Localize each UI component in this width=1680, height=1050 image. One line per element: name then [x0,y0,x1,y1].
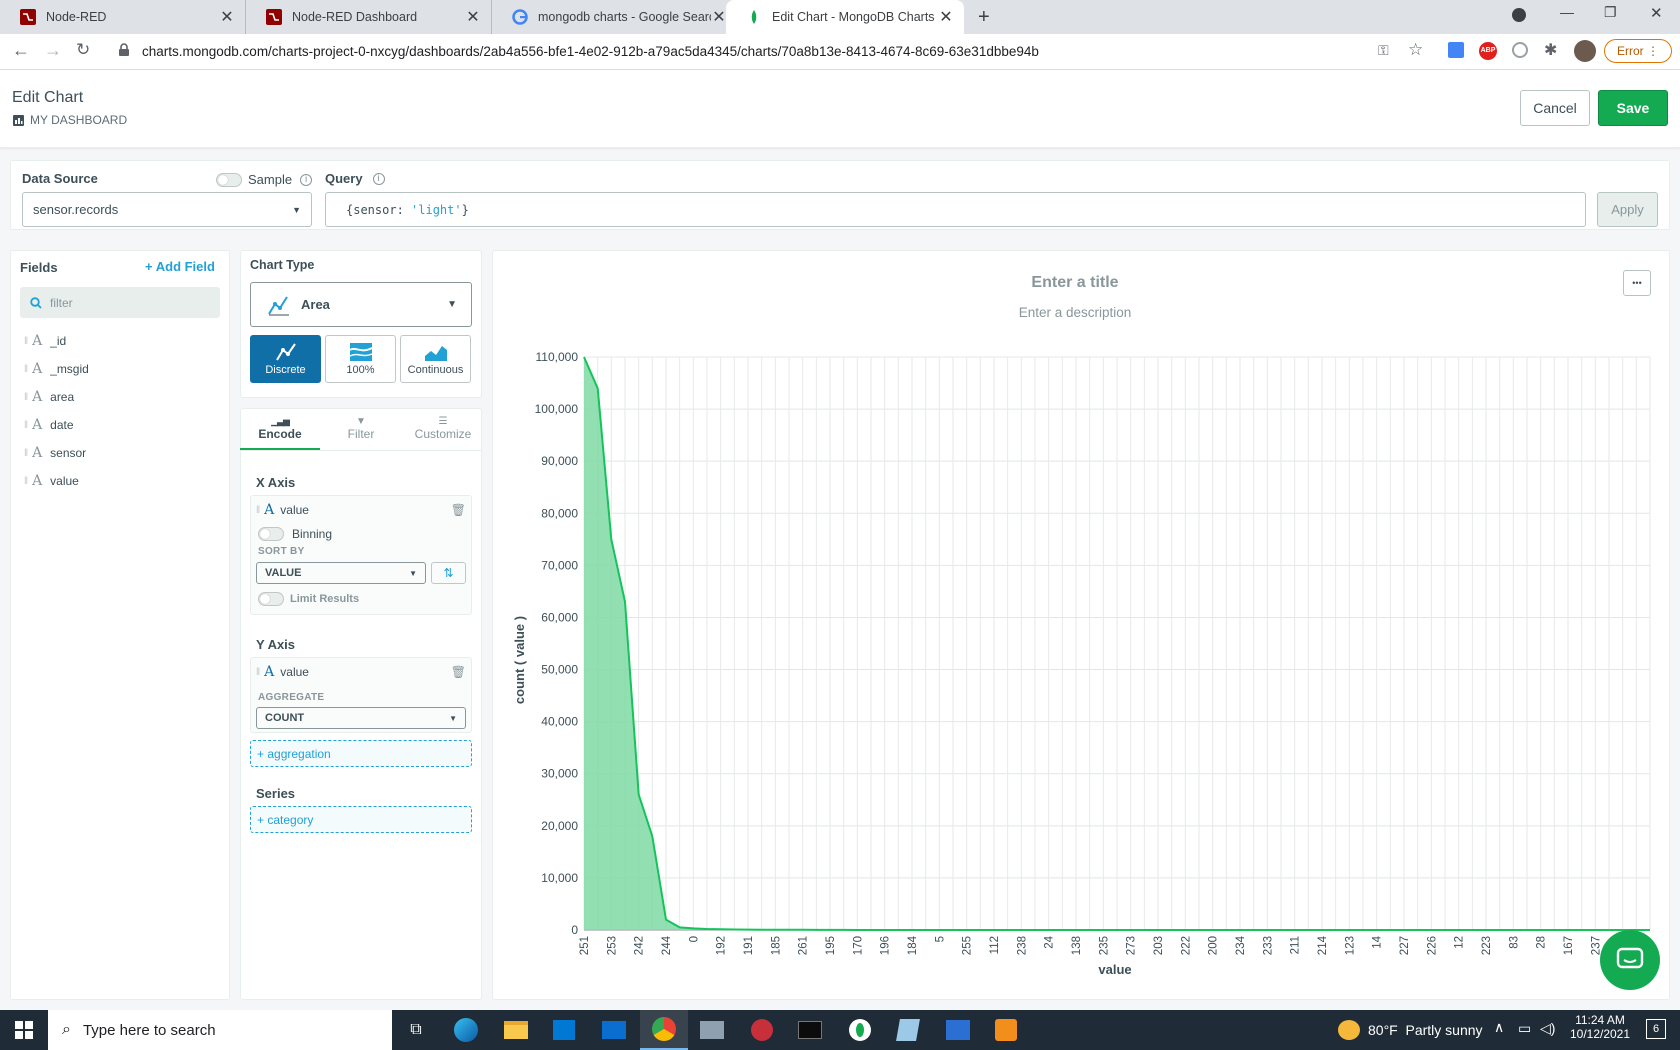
x-tick-label: 170 [852,936,864,955]
sublime-text-icon[interactable] [982,1010,1030,1050]
mongodb-compass-icon[interactable] [836,1010,884,1050]
x-tick-label: 167 [1563,936,1575,955]
terminal-icon[interactable] [786,1010,834,1050]
file-explorer-icon[interactable] [492,1010,540,1050]
x-tick-label: 14 [1372,935,1384,948]
mail-icon[interactable] [590,1010,638,1050]
photos-icon[interactable] [688,1010,736,1050]
chat-support-button[interactable] [1600,930,1660,990]
x-tick-label: 196 [880,936,892,955]
x-tick-label: 28 [1536,936,1548,949]
app-icon[interactable] [738,1010,786,1050]
chat-icon [1616,947,1644,969]
y-tick-label: 40,000 [541,715,578,729]
taskbar-search-placeholder: Type here to search [82,1021,216,1039]
network-icon[interactable]: ▭ [1518,1020,1531,1037]
y-tick-label: 80,000 [541,506,578,520]
y-axis-ticks: 0 10,000 20,000 30,000 40,000 50,000 60,000 70,… [535,350,579,937]
volume-icon[interactable]: ◁) [1540,1020,1555,1037]
weather-icon[interactable] [1338,1020,1360,1040]
x-tick-label: 273 [1126,936,1138,955]
x-tick-label: 0 [688,936,700,942]
x-tick-label: 195 [825,936,837,955]
x-tick-label: 261 [798,936,810,955]
windows-start-icon[interactable] [0,1010,48,1050]
area-chart: 0 10,000 20,000 30,000 40,000 50,000 60,000 70,… [512,350,1651,977]
y-tick-label: 10,000 [541,871,578,885]
notifications-badge[interactable]: 6 [1646,1019,1666,1039]
x-tick-label: 233 [1262,936,1274,955]
x-tick-label: 192 [716,936,728,955]
x-tick-label: 244 [661,935,673,955]
x-tick-label: 24 [1044,935,1056,948]
x-tick-label: 223 [1481,936,1493,955]
x-tick-label: 83 [1508,936,1520,949]
x-tick-label: 253 [606,936,618,955]
taskbar-search-box[interactable]: ⌕ Type here to search [48,1010,392,1050]
x-axis-title: value [1098,962,1131,977]
x-tick-label: 123 [1344,936,1356,955]
x-tick-label: 227 [1399,936,1411,955]
x-tick-label: 251 [579,936,591,955]
x-tick-label: 185 [770,936,782,955]
x-tick-label: 184 [907,935,919,955]
y-tick-label: 70,000 [541,558,578,572]
y-axis-title: count ( value ) [512,616,527,704]
powershell-icon[interactable] [934,1010,982,1050]
x-tick-label: 200 [1208,936,1220,955]
x-tick-label: 226 [1426,936,1438,955]
notepad-icon[interactable] [884,1010,932,1050]
x-axis-ticks: 251 253 242 244 0 192 191 185 261 195 170 196 184 5 25… [579,935,1630,955]
x-tick-label: 234 [1235,935,1247,955]
y-tick-label: 100,000 [535,402,579,416]
task-view-icon[interactable]: ⧉ [392,1010,440,1050]
y-tick-label: 0 [571,923,578,937]
y-tick-label: 50,000 [541,663,578,677]
clock-time: 11:24 AM [1575,1013,1625,1027]
x-tick-label: 5 [934,936,946,942]
search-icon: ⌕ [62,1021,71,1038]
x-tick-label: 242 [634,936,646,955]
y-tick-label: 90,000 [541,454,578,468]
x-tick-label: 235 [1098,936,1110,955]
x-tick-label: 255 [962,936,974,955]
chart-grid [583,356,1651,931]
x-tick-label: 238 [1016,936,1028,955]
x-tick-label: 211 [1290,936,1302,954]
y-tick-label: 20,000 [541,819,578,833]
x-tick-label: 214 [1317,935,1329,955]
x-tick-label: 222 [1180,936,1192,955]
chrome-icon[interactable] [640,1010,688,1050]
store-icon[interactable] [540,1010,588,1050]
y-tick-label: 110,000 [536,350,579,364]
y-tick-label: 60,000 [541,610,578,624]
edge-icon[interactable] [442,1010,490,1050]
x-tick-label: 191 [743,936,755,955]
x-tick-label: 203 [1153,936,1165,955]
x-tick-label: 12 [1454,936,1466,949]
weather-text[interactable]: 80°F Partly sunny [1368,1022,1483,1038]
x-tick-label: 138 [1071,936,1083,955]
clock[interactable]: 11:24 AM 10/12/2021 [1568,1013,1632,1041]
y-tick-label: 30,000 [541,767,578,781]
x-tick-label: 112 [989,936,1001,954]
clock-date: 10/12/2021 [1569,1027,1631,1041]
chevron-up-icon[interactable]: ∧ [1494,1019,1504,1036]
